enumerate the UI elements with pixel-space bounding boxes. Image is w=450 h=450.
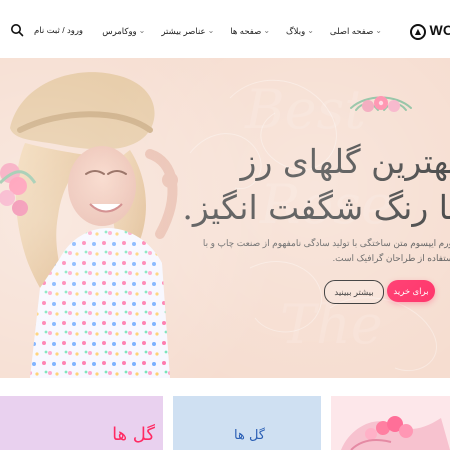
search-icon[interactable] [10, 23, 24, 37]
site-header: ▲ WO صفحه اصلی ⌄ وبلاگ ⌄ صفحه ها ⌄ عناصر… [0, 0, 450, 58]
category-card-1-title: گل ها [112, 424, 155, 445]
chevron-down-icon: ⌄ [263, 25, 271, 35]
nav-item-pages[interactable]: صفحه ها ⌄ [230, 26, 270, 37]
chevron-down-icon: ⌄ [207, 25, 215, 35]
bouquet-image [331, 396, 450, 450]
floral-ornament [350, 96, 412, 112]
nav-item-more-elements[interactable]: عناصر بیشتر ⌄ [161, 26, 214, 37]
main-nav: صفحه اصلی ⌄ وبلاگ ⌄ صفحه ها ⌄ عناصر بیشت… [102, 24, 382, 38]
nav-item-blog-label: وبلاگ [286, 25, 306, 36]
hero-description: لورم ایپسوم متن ساختگی با تولید سادگی نا… [202, 238, 450, 263]
nav-item-more-elements-label: عناصر بیشتر [161, 25, 206, 36]
chevron-down-icon: ⌄ [138, 25, 146, 35]
nav-item-woocommerce[interactable]: ووکامرس ⌄ [102, 26, 145, 37]
chevron-down-icon: ⌄ [307, 25, 314, 35]
nav-item-home-label: صفحه اصلی [329, 25, 374, 36]
nav-item-home[interactable]: صفحه اصلی ⌄ [330, 26, 382, 37]
search-icon-svg [11, 24, 24, 37]
hero-title-line-2: با رنگ شگفت انگیز. [182, 188, 450, 227]
hero-section: Best Rose The بهترین گلهای رز با رنگ شگف… [0, 58, 450, 378]
category-card-1[interactable]: گل ها [0, 396, 163, 450]
buy-button[interactable]: برای خرید [387, 280, 435, 302]
hero-title-line-1: بهترین گلهای رز [240, 142, 450, 181]
category-card-2[interactable]: گل ها [173, 396, 321, 450]
category-cards: گل ها گل ها [0, 396, 450, 450]
nav-item-pages-label: صفحه ها [230, 25, 262, 36]
hero-woman-photo [0, 72, 178, 378]
login-register-link[interactable]: ورود / ثبت نام [34, 25, 83, 36]
nav-item-blog[interactable]: وبلاگ ⌄ [286, 26, 314, 37]
category-card-3[interactable] [331, 396, 450, 450]
tree-icon: ▲ [410, 24, 426, 40]
hero-title: بهترین گلهای رز با رنگ شگفت انگیز. [182, 142, 450, 227]
see-more-button[interactable]: بیشتر ببینید [324, 280, 384, 304]
nav-item-woocommerce-label: ووکامرس [102, 25, 137, 36]
category-card-2-title: گل ها [234, 428, 265, 443]
site-logo[interactable]: ▲ WO [406, 22, 450, 40]
logo-text: WO [429, 22, 450, 38]
header-utilities: ورود / ثبت نام [10, 22, 83, 38]
chevron-down-icon: ⌄ [375, 25, 382, 35]
